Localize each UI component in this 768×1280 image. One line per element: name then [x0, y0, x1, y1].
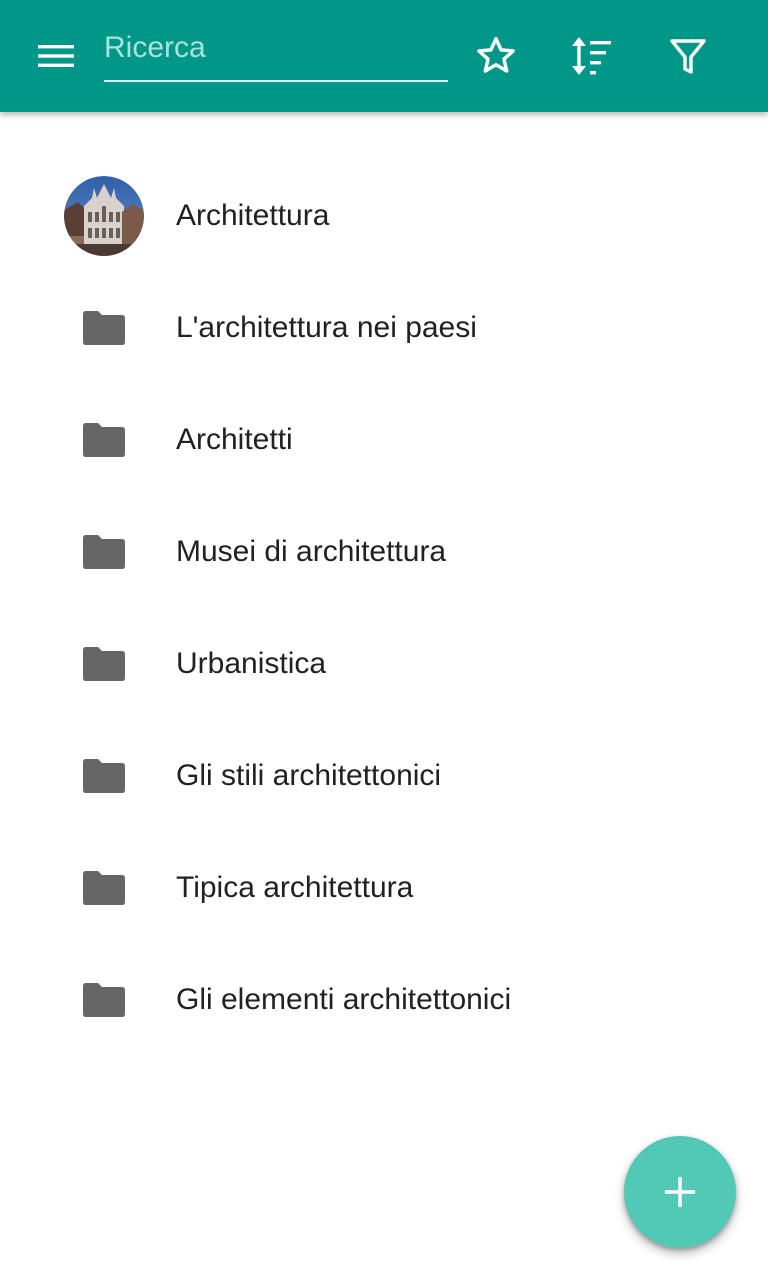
list-item-label: Urbanistica — [176, 647, 327, 680]
list-item-label: Tipica architettura — [176, 871, 414, 904]
screen: Architettura L'architettura nei paesi Ar… — [0, 0, 768, 1280]
list-item[interactable]: Musei di architettura — [0, 496, 768, 608]
search-input[interactable] — [104, 22, 448, 74]
architecture-avatar-image — [64, 176, 144, 256]
list-item[interactable]: Tipica architettura — [0, 832, 768, 944]
list-item[interactable]: Gli stili architettonici — [0, 720, 768, 832]
sort-icon — [572, 37, 611, 75]
list-item[interactable]: Architettura — [0, 160, 768, 272]
favorites-button[interactable] — [468, 28, 524, 84]
list-item[interactable]: Gli elementi architettonici — [0, 944, 768, 1056]
filter-button[interactable] — [660, 28, 716, 84]
hamburger-menu-icon — [38, 45, 74, 67]
folder-icon — [64, 512, 144, 592]
folder-icon — [64, 736, 144, 816]
plus-icon — [665, 1177, 695, 1207]
list-item-label: Architetti — [176, 423, 293, 456]
menu-button[interactable] — [28, 28, 84, 84]
star-outline-icon — [477, 37, 515, 73]
list-item[interactable]: L'architettura nei paesi — [0, 272, 768, 384]
avatar — [64, 176, 144, 256]
folder-icon — [64, 848, 144, 928]
folder-icon — [64, 400, 144, 480]
add-button[interactable] — [624, 1136, 736, 1248]
list-item-label: L'architettura nei paesi — [176, 311, 477, 344]
filter-icon — [670, 39, 706, 74]
category-list: Architettura L'architettura nei paesi Ar… — [0, 160, 768, 1056]
folder-icon — [64, 960, 144, 1040]
list-item[interactable]: Architetti — [0, 384, 768, 496]
search-field — [104, 22, 448, 82]
list-item-label: Gli elementi architettonici — [176, 983, 512, 1016]
list-item-label: Gli stili architettonici — [176, 759, 442, 792]
list-item-label: Architettura — [176, 199, 330, 232]
sort-button[interactable] — [563, 28, 619, 84]
app-toolbar — [0, 0, 768, 112]
folder-icon — [64, 288, 144, 368]
list-item[interactable]: Urbanistica — [0, 608, 768, 720]
folder-icon — [64, 624, 144, 704]
list-item-label: Musei di architettura — [176, 535, 447, 568]
